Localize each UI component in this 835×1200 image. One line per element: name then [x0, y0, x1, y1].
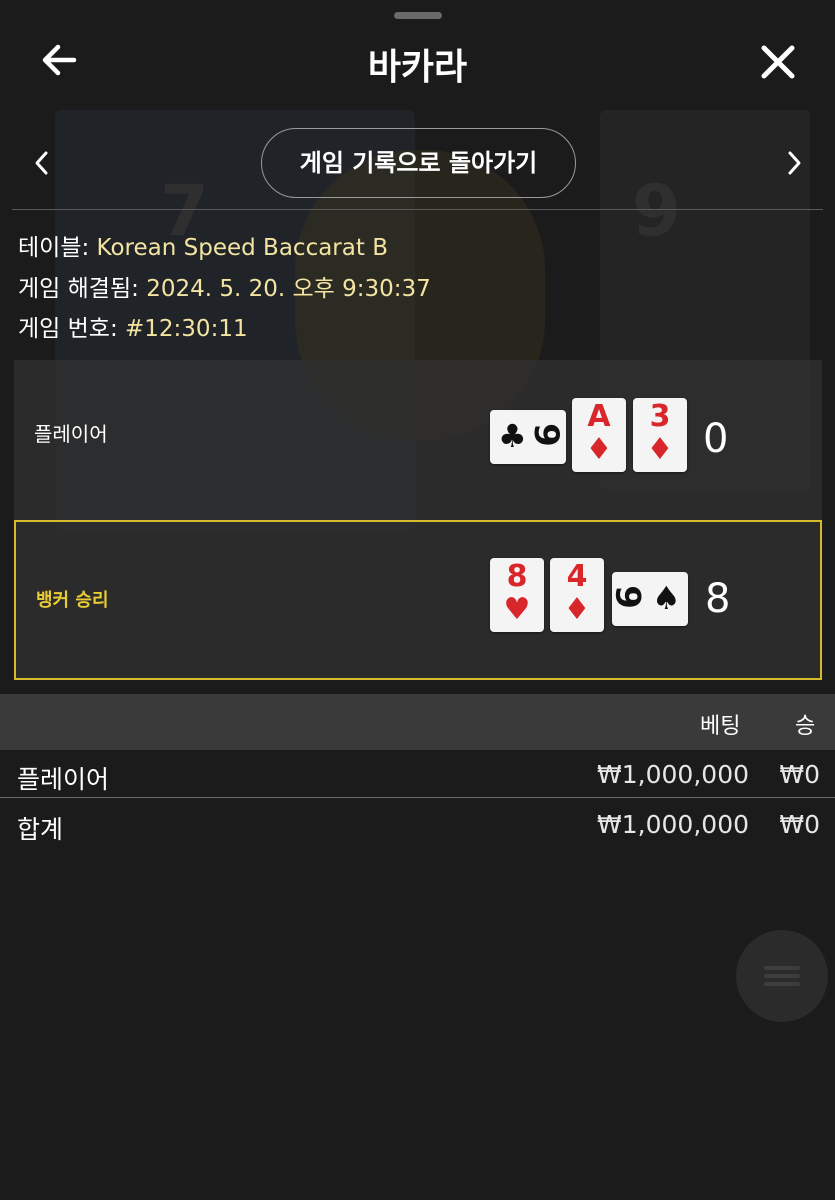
sheet-grabber[interactable]	[394, 12, 442, 19]
chevron-right-icon[interactable]	[780, 148, 808, 178]
player-result-row: 플레이어 ♣ 9 A ♦ 3 ♦ 0	[14, 360, 822, 518]
card-suit: ♠	[652, 579, 681, 617]
divider	[0, 797, 835, 798]
card-rank: 8	[506, 559, 528, 594]
table-info-line: 테이블: Korean Speed Baccarat B	[18, 228, 431, 269]
resolved-value: 2024. 5. 20. 오후 9:30:37	[146, 275, 431, 302]
bet-name: 플레이어	[17, 765, 110, 794]
banker-result-row: 뱅커 승리 8 ♥ 4 ♦ 6 ♠ 8	[14, 520, 822, 680]
card-suit: ♦	[646, 432, 674, 467]
table-label: 테이블:	[18, 235, 90, 261]
card-rank: 6	[609, 585, 650, 609]
game-number-line: 게임 번호: #12:30:11	[18, 309, 431, 350]
total-win-amount: ₩0	[779, 810, 820, 839]
card-rank: A	[587, 399, 611, 434]
chevron-left-icon[interactable]	[28, 148, 56, 178]
divider	[12, 209, 823, 210]
playing-card: A ♦	[572, 398, 626, 472]
card-rank: 9	[525, 423, 566, 447]
table-row: 플레이어 ₩1,000,000 ₩0	[0, 750, 835, 798]
page-title: 바카라	[367, 47, 468, 88]
bet-table-header: 베팅 승	[0, 694, 835, 750]
player-score: 0	[703, 416, 729, 462]
playing-card: ♣ 9	[490, 410, 566, 464]
bet-column-header: 베팅	[700, 714, 741, 739]
resolved-info-line: 게임 해결됨: 2024. 5. 20. 오후 9:30:37	[18, 269, 431, 310]
table-row: 합계 ₩1,000,000 ₩0	[0, 800, 835, 848]
playing-card: 3 ♦	[633, 398, 687, 472]
card-suit: ♥	[503, 592, 531, 627]
header: 바카라	[0, 30, 835, 94]
resolved-label: 게임 해결됨:	[18, 275, 139, 302]
card-suit: ♦	[563, 592, 591, 627]
game-number-label: 게임 번호:	[18, 316, 118, 342]
win-amount: ₩0	[779, 760, 820, 789]
card-suit: ♦	[585, 432, 613, 467]
playing-card: 8 ♥	[490, 558, 544, 632]
total-label: 합계	[17, 815, 64, 844]
menu-fab-icon	[736, 930, 828, 1022]
player-label: 플레이어	[34, 422, 108, 446]
history-nav: 게임 기록으로 돌아가기	[0, 128, 835, 200]
close-icon[interactable]	[756, 40, 800, 84]
banker-score: 8	[705, 576, 731, 622]
card-suit: ♣	[498, 417, 527, 455]
win-column-header: 승	[795, 714, 816, 739]
bet-amount: ₩1,000,000	[597, 760, 749, 789]
back-to-history-button[interactable]: 게임 기록으로 돌아가기	[261, 128, 576, 198]
table-value: Korean Speed Baccarat B	[96, 235, 388, 261]
banker-win-label: 뱅커 승리	[36, 590, 109, 611]
playing-card: 6 ♠	[609, 572, 688, 626]
total-bet-amount: ₩1,000,000	[597, 810, 749, 839]
card-rank: 4	[566, 559, 588, 594]
game-info: 테이블: Korean Speed Baccarat B 게임 해결됨: 202…	[18, 228, 431, 350]
card-rank: 3	[649, 399, 671, 434]
playing-card: 4 ♦	[550, 558, 604, 632]
game-number-value: #12:30:11	[125, 316, 248, 342]
